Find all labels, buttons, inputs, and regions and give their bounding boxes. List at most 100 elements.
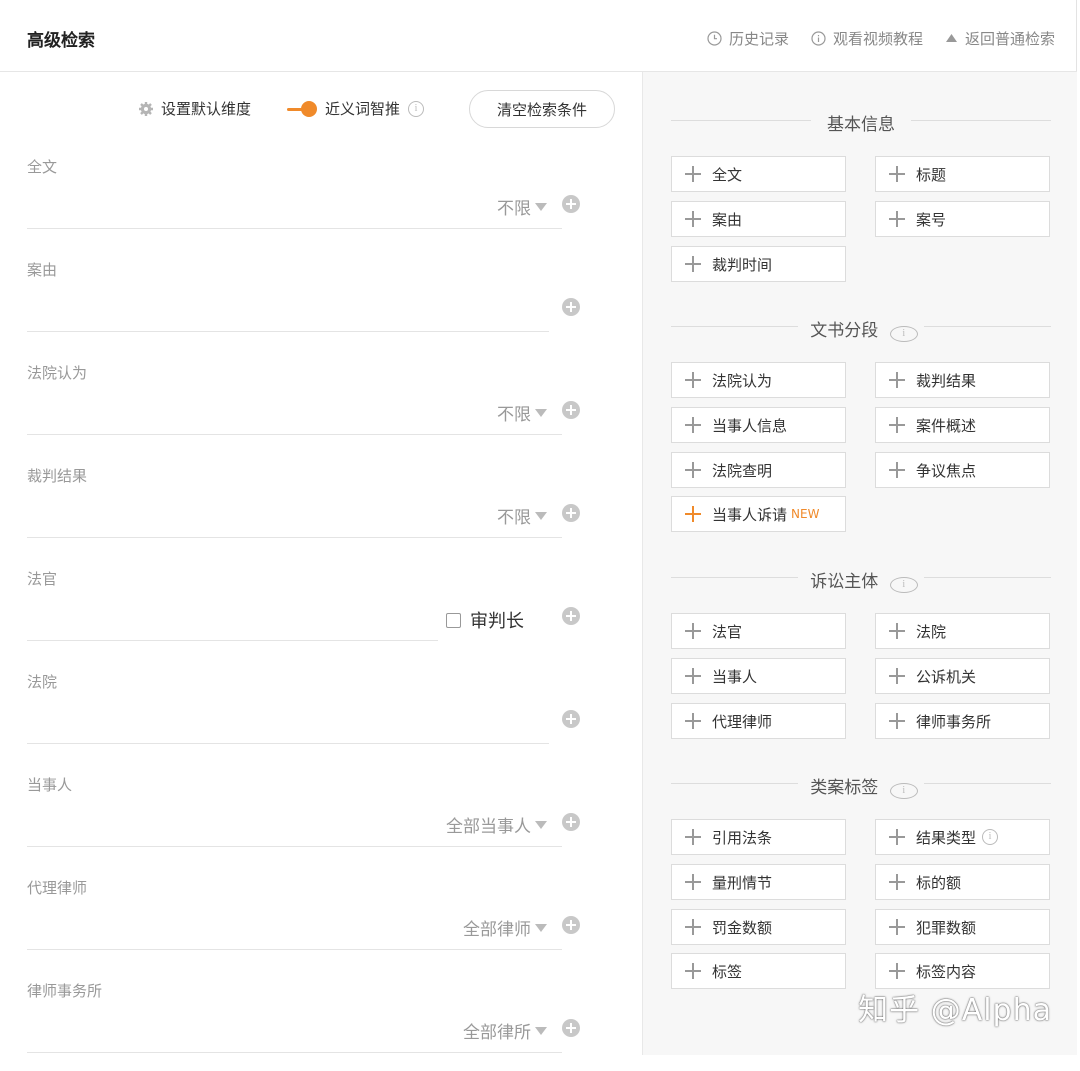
history-link-label: 历史记录 [728,30,789,48]
field-input[interactable] [27,434,562,435]
chip-label: 法院认为 [712,371,773,390]
chip-crime-amount[interactable]: 犯罪数额 [875,909,1050,945]
plus-icon [889,874,905,890]
chip-label: 案件概述 [916,416,977,435]
field-picker-panel: 基本信息 全文 标题 案由 案号 裁判时间 文书分段 i 法院认为 裁判结果 当… [642,72,1077,1055]
section-document-segments: 文书分段 i [671,316,1051,342]
info-icon[interactable]: i [889,577,918,593]
field-judge: 法官 审判长 [27,556,587,659]
field-input[interactable] [27,743,549,744]
field-court: 法院 [27,659,587,762]
chip-label: 标题 [916,165,947,184]
field-input[interactable] [27,846,562,847]
chip-law-firm[interactable]: 律师事务所 [875,703,1050,739]
chip-label: 律师事务所 [916,712,992,731]
back-to-normal-search-link[interactable]: 返回普通检索 [945,28,1055,49]
field-scope-select[interactable]: 全部律师 [463,915,547,940]
chip-party-info[interactable]: 当事人信息 [671,407,846,443]
chip-label: 法院查明 [712,461,773,480]
set-default-dimension[interactable]: 设置默认维度 [138,98,251,119]
synonym-toggle[interactable]: 近义词智推 i [287,98,425,119]
field-input[interactable] [27,640,438,641]
add-condition-icon[interactable] [562,916,580,934]
chip-judge[interactable]: 法官 [671,613,846,649]
plus-icon [685,919,701,935]
checkbox[interactable] [446,612,461,628]
chip-dispute-focus[interactable]: 争议焦点 [875,452,1050,488]
chip-tag[interactable]: 标签 [671,953,846,989]
chip-fine-amount[interactable]: 罚金数额 [671,909,846,945]
add-condition-icon[interactable] [562,710,580,728]
chip-cited-statutes[interactable]: 引用法条 [671,819,846,855]
field-scope-value: 全部律所 [463,1023,531,1043]
chip-court-opinion[interactable]: 法院认为 [671,362,846,398]
field-input[interactable] [27,537,562,538]
chip-label: 结果类型 [916,828,977,847]
chip-subject-amount[interactable]: 标的额 [875,864,1050,900]
dropdown-arrow-icon [535,820,547,829]
add-condition-icon[interactable] [562,813,580,831]
field-label: 全文 [27,158,58,176]
section-title: 类案标签 [804,778,885,798]
chip-sentencing-circumstances[interactable]: 量刑情节 [671,864,846,900]
chip-label: 量刑情节 [712,873,773,892]
page-title: 高级检索 [27,31,95,51]
chip-label: 案由 [712,210,743,229]
chip-court-findings[interactable]: 法院查明 [671,452,846,488]
chip-lawyer[interactable]: 代理律师 [671,703,846,739]
field-scope-select[interactable]: 不限 [497,503,547,528]
field-input[interactable] [27,1052,562,1053]
chip-fulltext[interactable]: 全文 [671,156,846,192]
chip-judgment-result[interactable]: 裁判结果 [875,362,1050,398]
add-condition-icon[interactable] [562,298,580,316]
chip-title[interactable]: 标题 [875,156,1050,192]
chip-label: 法院 [916,622,947,641]
gear-icon [139,101,153,116]
field-scope-select[interactable]: 全部律所 [463,1018,547,1043]
video-tutorial-link[interactable]: 观看视频教程 [811,28,923,49]
chip-case-summary[interactable]: 案件概述 [875,407,1050,443]
dropdown-arrow-icon [535,511,547,520]
back-to-normal-search-label: 返回普通检索 [964,30,1055,48]
chip-result-type[interactable]: 结果类型 i [875,819,1050,855]
field-label: 当事人 [27,776,73,794]
chip-label: 裁判时间 [712,255,773,274]
field-judgment-result: 裁判结果 不限 [27,453,587,556]
field-scope-select[interactable]: 不限 [497,194,547,219]
field-input[interactable] [27,331,549,332]
chip-party[interactable]: 当事人 [671,658,846,694]
presiding-judge-checkbox[interactable]: 审判长 [446,607,524,633]
clear-conditions-button[interactable]: 清空检索条件 [469,90,615,128]
plus-icon [685,417,701,433]
chip-tag-content[interactable]: 标签内容 [875,953,1050,989]
watermark: 知乎 @Alpha [858,993,1052,1028]
plus-icon [889,829,905,845]
add-condition-icon[interactable] [562,1019,580,1037]
info-icon[interactable]: i [408,100,425,117]
clock-icon [707,31,722,46]
info-icon[interactable]: i [889,783,918,799]
add-condition-icon[interactable] [562,504,580,522]
info-icon[interactable]: i [982,829,999,845]
chip-prosecution[interactable]: 公诉机关 [875,658,1050,694]
add-condition-icon[interactable] [562,195,580,213]
chip-court[interactable]: 法院 [875,613,1050,649]
section-title: 基本信息 [821,115,901,135]
chip-judgment-time[interactable]: 裁判时间 [671,246,846,282]
field-scope-select[interactable]: 不限 [497,400,547,425]
info-icon[interactable]: i [889,326,918,342]
toggle-switch[interactable] [287,100,317,117]
chip-case-number[interactable]: 案号 [875,201,1050,237]
chip-party-claims[interactable]: 当事人诉请 NEW [671,496,846,532]
field-scope-select[interactable]: 全部当事人 [446,812,547,837]
field-input[interactable] [27,949,562,950]
plus-icon [685,372,701,388]
add-condition-icon[interactable] [562,401,580,419]
history-link[interactable]: 历史记录 [707,28,789,49]
chip-cause[interactable]: 案由 [671,201,846,237]
field-input[interactable] [27,228,562,229]
plus-icon [889,166,905,182]
field-label: 律师事务所 [27,982,103,1000]
field-label: 案由 [27,261,58,279]
add-condition-icon[interactable] [562,607,580,625]
